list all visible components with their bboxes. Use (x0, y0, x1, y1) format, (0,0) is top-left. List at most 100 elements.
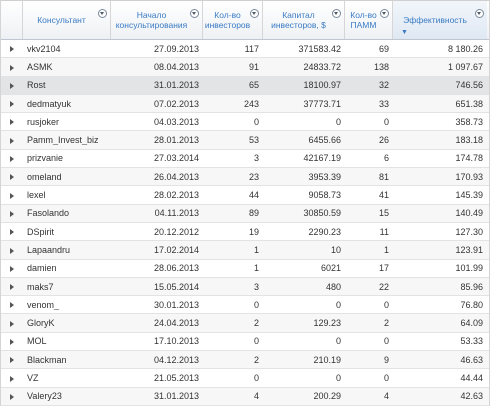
pamm-count: 41 (378, 190, 389, 201)
start-date: 17.10.2013 (153, 336, 199, 347)
filter-icon[interactable] (475, 9, 484, 18)
row-expander[interactable] (1, 282, 23, 292)
row-expander[interactable] (1, 227, 23, 237)
filter-icon[interactable] (98, 9, 107, 18)
row-expander[interactable] (1, 263, 23, 273)
expand-arrow-icon[interactable] (10, 229, 14, 236)
pamm-count: 22 (378, 281, 389, 292)
expand-arrow-icon[interactable] (10, 101, 14, 108)
consultant-name: prizvanie (27, 153, 64, 164)
pamm-count: 0 (383, 372, 389, 383)
start-date: 04.12.2013 (153, 354, 199, 365)
table-row[interactable]: venom_ 30.01.2013 0 0 0 76.80 (1, 296, 489, 315)
expand-arrow-icon[interactable] (10, 247, 14, 254)
table-row[interactable]: GloryK 24.04.2013 2 129.23 2 64.09 (1, 314, 489, 333)
row-expander[interactable] (1, 117, 23, 127)
row-expander[interactable] (1, 135, 23, 145)
table-row[interactable]: Blackman 04.12.2013 2 210.19 9 46.63 (1, 351, 489, 370)
table-row[interactable]: Pamm_Invest_biz 28.01.2013 53 6455.66 26 183.… (1, 131, 489, 150)
consultant-name: ASMK (27, 61, 53, 72)
column-header-pamm-count[interactable]: Кол-во ПАММ (345, 1, 393, 39)
expand-arrow-icon[interactable] (10, 393, 14, 400)
row-expander[interactable] (1, 355, 23, 365)
table-row[interactable]: damien 28.06.2013 1 6021 17 101.99 (1, 260, 489, 278)
filter-icon[interactable] (332, 9, 341, 18)
table-row[interactable]: omeland 26.04.2013 23 3953.39 81 170.93 (1, 168, 489, 187)
expand-arrow-icon[interactable] (10, 357, 14, 364)
expand-arrow-icon[interactable] (10, 265, 14, 272)
column-header-start-date[interactable]: Начало консультирования (111, 1, 203, 39)
row-expander[interactable] (1, 190, 23, 200)
expand-arrow-icon[interactable] (10, 192, 14, 199)
efficiency-value: 101.99 (455, 263, 483, 274)
investors-count: 44 (248, 190, 259, 201)
row-expander[interactable] (1, 62, 23, 72)
pamm-count: 81 (378, 171, 389, 182)
table-row[interactable]: lexel 28.02.2013 44 9058.73 41 145.39 (1, 186, 489, 205)
table-row[interactable]: ASMK 08.04.2013 91 24833.72 138 1 097.67 (1, 58, 489, 77)
investors-count: 23 (248, 171, 259, 182)
table-row[interactable]: vkv2104 27.09.2013 117 371583.42 69 8 180.26 (1, 40, 489, 59)
filter-icon[interactable] (380, 9, 389, 18)
expand-arrow-icon[interactable] (10, 156, 14, 163)
investors-count: 0 (253, 336, 259, 347)
column-header-consultant[interactable]: Консультант (23, 1, 111, 39)
table-row[interactable]: VZ 21.05.2013 0 0 0 44.44 (1, 369, 489, 388)
table-row[interactable]: prizvanie 27.03.2014 3 42167.19 6 174.78 (1, 150, 489, 169)
expand-arrow-icon[interactable] (10, 174, 14, 181)
row-expander[interactable] (1, 44, 23, 54)
expand-arrow-icon[interactable] (10, 284, 14, 291)
row-expander[interactable] (1, 336, 23, 346)
row-expander[interactable] (1, 172, 23, 182)
filter-icon[interactable] (190, 9, 199, 18)
consultant-name: maks7 (27, 281, 54, 292)
table-row[interactable]: dedmatyuk 07.02.2013 243 37773.71 33 651.38 (1, 94, 489, 114)
investors-count: 2 (253, 318, 259, 329)
table-row[interactable]: Rost 31.01.2013 65 18100.97 32 746.56 (1, 76, 489, 95)
expand-arrow-icon[interactable] (10, 302, 14, 309)
row-expander[interactable] (1, 80, 23, 90)
table-row[interactable]: Valery23 31.01.2013 4 200.29 4 42.63 (1, 387, 489, 406)
row-expander[interactable] (1, 208, 23, 218)
table-body: vkv2104 27.09.2013 117 371583.42 69 8 180.26 A… (1, 40, 489, 406)
expand-arrow-icon[interactable] (10, 137, 14, 144)
row-expander[interactable] (1, 391, 23, 401)
table-row[interactable]: maks7 15.05.2014 3 480 22 85.96 (1, 277, 489, 297)
expand-arrow-icon[interactable] (10, 320, 14, 327)
row-expander[interactable] (1, 318, 23, 328)
expand-arrow-icon[interactable] (10, 64, 14, 71)
row-expander[interactable] (1, 245, 23, 255)
efficiency-value: 358.73 (455, 116, 483, 127)
column-header-investors-capital[interactable]: Капитал инвесторов, $ (263, 1, 345, 39)
start-date: 28.02.2013 (153, 190, 199, 201)
pamm-count: 4 (383, 391, 389, 402)
column-header-investors-count[interactable]: Кол-во инвесторов (203, 1, 263, 39)
table-row[interactable]: rusjoker 04.03.2013 0 0 0 358.73 (1, 113, 489, 132)
expand-arrow-icon[interactable] (10, 119, 14, 126)
expand-arrow-icon[interactable] (10, 339, 14, 346)
row-expander[interactable] (1, 153, 23, 163)
filter-icon[interactable] (250, 9, 259, 18)
investors-capital: 0 (335, 299, 341, 310)
row-expander[interactable] (1, 373, 23, 383)
table-row[interactable]: DSpirit 20.12.2012 19 2290.23 11 127.30 (1, 223, 489, 242)
investors-capital: 9058.73 (308, 190, 341, 201)
table-row[interactable]: Fasolando 04.11.2013 89 30850.59 15 140.49 (1, 204, 489, 223)
investors-capital: 371583.42 (298, 43, 341, 54)
table-row[interactable]: MOL 17.10.2013 0 0 0 53.33 (1, 333, 489, 352)
efficiency-value: 1 097.67 (447, 61, 483, 72)
expand-arrow-icon[interactable] (10, 82, 14, 89)
start-date: 27.03.2014 (153, 153, 199, 164)
expand-arrow-icon[interactable] (10, 210, 14, 217)
expand-arrow-icon[interactable] (10, 375, 14, 382)
row-expander[interactable] (1, 300, 23, 310)
row-expander[interactable] (1, 99, 23, 109)
expand-arrow-icon[interactable] (10, 46, 14, 53)
table-row[interactable]: Lapaandru 17.02.2014 1 10 1 123.91 (1, 241, 489, 260)
efficiency-value: 44.44 (460, 372, 483, 383)
efficiency-value: 42.63 (460, 391, 483, 402)
start-date: 17.02.2014 (153, 244, 199, 255)
investors-count: 0 (253, 372, 259, 383)
column-header-efficiency[interactable]: Эффективность ▼ (393, 1, 487, 39)
investors-capital: 30850.59 (303, 208, 341, 219)
